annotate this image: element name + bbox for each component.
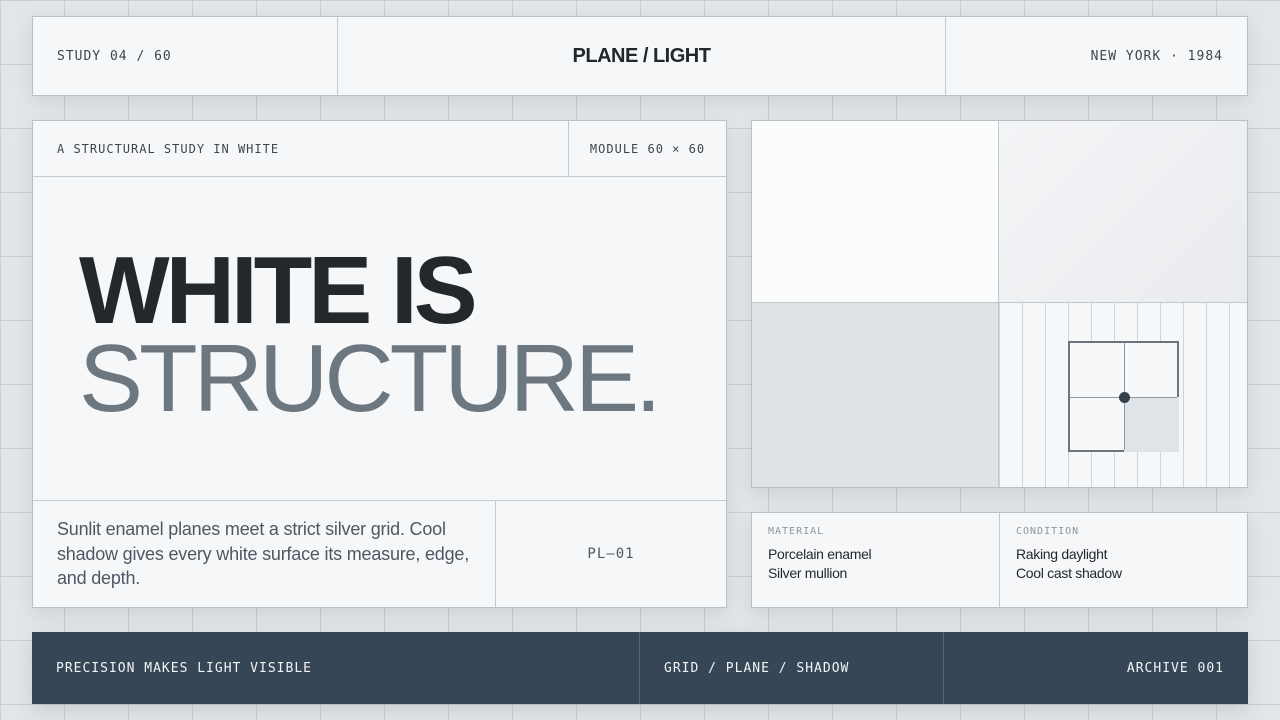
main-card-footer: Sunlit enamel planes meet a strict silve… bbox=[33, 500, 726, 607]
light-gradient-plane bbox=[999, 121, 1247, 303]
footer-archive: ARCHIVE 001 bbox=[1126, 660, 1224, 676]
module-center-dot bbox=[1119, 392, 1130, 403]
material-spec: MATERIAL Porcelain enamel Silver mullion bbox=[752, 513, 1000, 607]
grid-module-icon bbox=[1068, 341, 1179, 452]
footer-keywords: GRID / PLANE / SHADOW bbox=[640, 632, 944, 704]
material-line-2: Silver mullion bbox=[768, 565, 848, 581]
condition-line-1: Raking daylight bbox=[1016, 546, 1108, 562]
headline-line-2: STRUCTURE. bbox=[79, 325, 662, 432]
material-label: MATERIAL bbox=[768, 526, 825, 537]
condition-label: CONDITION bbox=[1016, 526, 1080, 537]
plane-composition bbox=[751, 120, 1248, 488]
module-label: MODULE 60 × 60 bbox=[568, 121, 726, 177]
card-subtitle: A STRUCTURAL STUDY IN WHITE bbox=[57, 142, 280, 156]
white-plane bbox=[752, 121, 999, 303]
condition-spec: CONDITION Raking daylight Cool cast shad… bbox=[1000, 513, 1247, 607]
shadow-plane bbox=[752, 303, 999, 487]
main-card: A STRUCTURAL STUDY IN WHITE MODULE 60 × … bbox=[32, 120, 727, 608]
study-number: STUDY 04 / 60 bbox=[33, 17, 338, 95]
page-title: PLANE / LIGHT bbox=[572, 44, 711, 67]
module-shadow-quadrant bbox=[1124, 397, 1179, 452]
material-line-1: Porcelain enamel bbox=[768, 546, 872, 562]
spec-card: MATERIAL Porcelain enamel Silver mullion… bbox=[751, 512, 1248, 608]
footer-bar: PRECISION MAKES LIGHT VISIBLE GRID / PLA… bbox=[32, 632, 1248, 704]
main-card-header: A STRUCTURAL STUDY IN WHITE MODULE 60 × … bbox=[33, 121, 726, 177]
location-year: NEW YORK · 1984 bbox=[945, 17, 1247, 95]
description-text: Sunlit enamel planes meet a strict silve… bbox=[57, 519, 470, 588]
condition-line-2: Cool cast shadow bbox=[1016, 565, 1122, 581]
footer-tagline: PRECISION MAKES LIGHT VISIBLE bbox=[32, 632, 640, 704]
plate-code: PL—01 bbox=[495, 501, 726, 607]
header-bar: STUDY 04 / 60 PLANE / LIGHT NEW YORK · 1… bbox=[32, 16, 1248, 96]
